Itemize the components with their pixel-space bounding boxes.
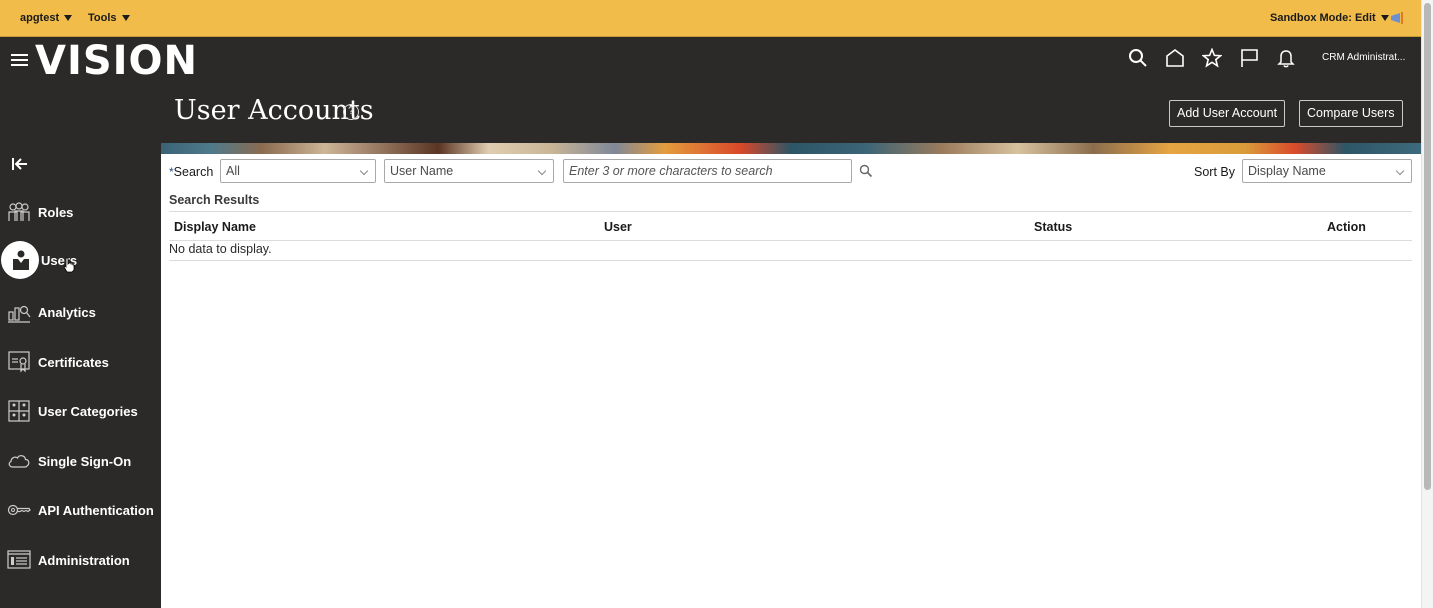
sandbox-flag-icon[interactable] [1390, 12, 1405, 24]
search-results-title: Search Results [169, 193, 260, 207]
sort-by-select[interactable]: Display Name [1242, 159, 1412, 183]
page-scrollbar[interactable] [1421, 0, 1433, 608]
column-header-user[interactable]: User [604, 220, 632, 234]
search-field-select[interactable]: User Name [384, 159, 554, 183]
sidebar-item-label: Single Sign-On [38, 453, 132, 469]
add-user-account-button[interactable]: Add User Account [1169, 100, 1286, 127]
empty-results-message: No data to display. [169, 242, 272, 256]
sidebar-item-roles[interactable]: Roles [0, 193, 161, 231]
sort-by-value: Display Name [1248, 164, 1326, 178]
main-content: *Search All User Name Sort By Display Na… [161, 154, 1421, 608]
app-header: VISION CRM Administrat... User Accounts … [0, 37, 1421, 143]
decorative-banner [161, 143, 1421, 154]
sidebar-item-label: User Categories [38, 403, 138, 419]
account-menu-label: apgtest [20, 12, 60, 24]
divider [169, 260, 1412, 261]
scrollbar-thumb[interactable] [1424, 3, 1431, 490]
caret-down-icon [64, 15, 73, 21]
chevron-down-icon [537, 166, 547, 176]
column-header-status[interactable]: Status [1034, 220, 1072, 234]
analytics-icon [8, 305, 31, 323]
sidebar-item-label: Analytics [38, 304, 96, 320]
administration-icon [7, 550, 31, 569]
chevron-down-icon [1395, 166, 1405, 176]
sandbox-mode-label: Sandbox Mode: Edit [1270, 12, 1376, 24]
search-input[interactable] [563, 159, 852, 183]
compare-users-button[interactable]: Compare Users [1299, 100, 1403, 127]
global-top-bar: apgtest Tools Sandbox Mode: Edit [0, 0, 1421, 37]
divider [169, 240, 1412, 241]
sidebar-item-user-categories[interactable]: User Categories [0, 392, 161, 430]
user-menu[interactable]: CRM Administrat... [1322, 52, 1405, 63]
search-field-value: User Name [390, 164, 454, 178]
user-categories-icon [8, 400, 30, 422]
vision-logo[interactable]: VISION [35, 38, 198, 84]
notifications-bell-icon[interactable] [1276, 48, 1296, 68]
search-icon[interactable] [1128, 48, 1148, 68]
sidebar-item-analytics[interactable]: Analytics [0, 293, 161, 331]
sidebar-item-administration[interactable]: Administration [0, 541, 161, 579]
account-menu[interactable]: apgtest [20, 12, 73, 24]
search-scope-select[interactable]: All [220, 159, 376, 183]
cloud-icon [8, 455, 30, 468]
sidebar-item-label: Administration [38, 552, 130, 568]
sidebar-item-label: Certificates [38, 354, 109, 370]
sidebar-item-label: API Authentication [38, 502, 154, 518]
search-label: *Search [169, 165, 213, 179]
flag-icon[interactable] [1239, 48, 1259, 68]
page: apgtest Tools Sandbox Mode: Edit VISION [0, 0, 1433, 608]
search-label-text: Search [173, 165, 214, 179]
sandbox-mode-menu[interactable]: Sandbox Mode: Edit [1270, 12, 1389, 24]
search-scope-value: All [226, 164, 240, 178]
tools-menu-label: Tools [88, 12, 117, 24]
tools-menu[interactable]: Tools [88, 12, 130, 24]
sidebar-item-users[interactable]: Users [0, 241, 161, 279]
hand-cursor-icon [63, 257, 75, 273]
divider [169, 211, 1412, 212]
key-icon [7, 504, 31, 516]
sort-by-label: Sort By [1194, 165, 1235, 179]
sidebar-item-certificates[interactable]: Certificates [0, 343, 161, 381]
certificate-icon [8, 351, 30, 373]
caret-down-icon [121, 15, 130, 21]
user-icon [13, 250, 29, 270]
sidebar-item-single-sign-on[interactable]: Single Sign-On [0, 442, 161, 480]
collapse-sidebar-icon[interactable] [11, 156, 29, 172]
sidebar-item-label: Roles [38, 204, 74, 220]
chevron-down-icon [359, 166, 369, 176]
help-icon[interactable]: ? [343, 104, 359, 120]
roles-icon [8, 202, 30, 221]
column-header-action: Action [1327, 220, 1366, 234]
caret-down-icon [1380, 15, 1389, 21]
search-icon[interactable] [859, 164, 873, 178]
home-icon[interactable] [1165, 48, 1185, 68]
column-header-display-name[interactable]: Display Name [174, 220, 256, 234]
favorites-star-icon[interactable] [1202, 48, 1222, 68]
sidebar-item-api-authentication[interactable]: API Authentication [0, 491, 161, 529]
sidebar: Roles Users Analytics Certificates User … [0, 143, 161, 608]
header-icon-bar [1128, 48, 1296, 68]
hamburger-menu-icon[interactable] [11, 54, 28, 66]
